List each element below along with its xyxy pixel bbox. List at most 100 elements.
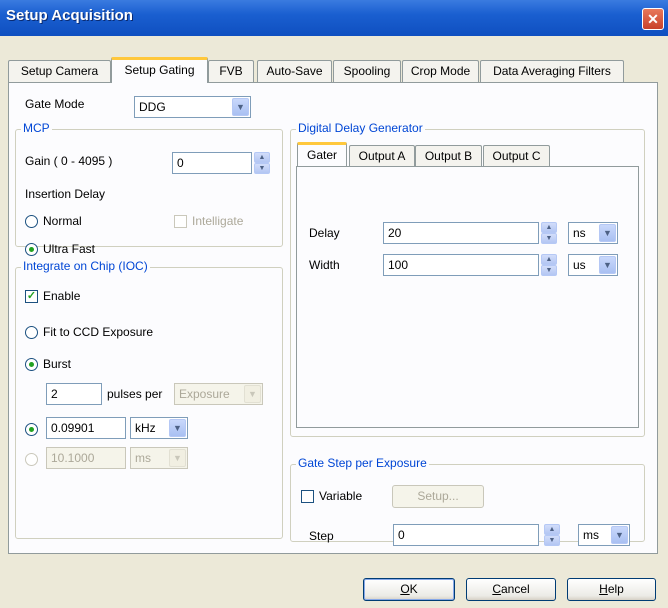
help-label: elp xyxy=(607,582,624,596)
fit-to-ccd-radio[interactable] xyxy=(25,326,38,339)
close-button[interactable]: ✕ xyxy=(642,8,664,30)
ultra-fast-radio[interactable] xyxy=(25,243,38,256)
insertion-delay-label: Insertion Delay xyxy=(25,187,106,201)
ok-button[interactable]: OK xyxy=(363,578,455,601)
normal-label: Normal xyxy=(43,214,82,228)
delay-value: 20 xyxy=(388,226,402,240)
chevron-down-icon: ▼ xyxy=(232,98,249,116)
delay-input[interactable]: 20 xyxy=(383,222,539,244)
tab-setup-camera[interactable]: Setup Camera xyxy=(8,60,111,82)
frequency-unit-select[interactable]: kHz ▼ xyxy=(130,417,188,439)
frequency-input[interactable]: 0.09901 xyxy=(46,417,126,439)
spin-up-icon[interactable]: ▲ xyxy=(254,152,270,163)
ultra-fast-label: Ultra Fast xyxy=(43,242,96,256)
chevron-down-icon: ▼ xyxy=(599,256,616,274)
gate-mode-label: Gate Mode xyxy=(25,97,85,111)
delay-unit-value: ns xyxy=(573,226,586,240)
spin-down-icon[interactable]: ▼ xyxy=(541,265,557,276)
fit-to-ccd-label: Fit to CCD Exposure xyxy=(43,325,154,339)
step-spinner[interactable]: ▲ ▼ xyxy=(544,524,560,546)
step-unit-select[interactable]: ms ▼ xyxy=(578,524,630,546)
frequency-value: 0.09901 xyxy=(51,421,95,435)
step-value: 0 xyxy=(398,528,405,542)
help-accelerator: H xyxy=(599,582,608,596)
gate-step-group-title: Gate Step per Exposure xyxy=(296,456,429,470)
tab-output-b[interactable]: Output B xyxy=(415,145,482,167)
width-input[interactable]: 100 xyxy=(383,254,539,276)
gain-spinner[interactable]: ▲ ▼ xyxy=(254,152,270,174)
exposure-select[interactable]: Exposure ▼ xyxy=(174,383,263,405)
help-button[interactable]: Help xyxy=(567,578,656,601)
spin-down-icon[interactable]: ▼ xyxy=(541,233,557,244)
exposure-value: Exposure xyxy=(179,387,230,401)
spin-up-icon[interactable]: ▲ xyxy=(544,524,560,535)
gate-mode-select[interactable]: DDG ▼ xyxy=(134,96,251,118)
gain-label: Gain ( 0 - 4095 ) xyxy=(25,154,113,168)
frequency-radio[interactable] xyxy=(25,423,38,436)
spin-down-icon[interactable]: ▼ xyxy=(544,535,560,546)
tab-fvb[interactable]: FVB xyxy=(208,60,254,82)
width-unit-value: us xyxy=(573,258,586,272)
delay-spinner[interactable]: ▲ ▼ xyxy=(541,222,557,244)
gain-input[interactable]: 0 xyxy=(172,152,252,174)
width-label: Width xyxy=(309,258,340,272)
setup-button[interactable]: Setup... xyxy=(392,485,484,508)
pulses-per-label: pulses per xyxy=(107,387,163,401)
normal-radio[interactable] xyxy=(25,215,38,228)
chevron-down-icon: ▼ xyxy=(244,385,261,403)
mcp-group-title: MCP xyxy=(21,121,52,135)
period-input[interactable]: 10.1000 xyxy=(46,447,126,469)
chevron-down-icon: ▼ xyxy=(611,526,628,544)
cancel-label: ancel xyxy=(500,582,530,596)
tab-crop-mode[interactable]: Crop Mode xyxy=(402,60,479,82)
cancel-accelerator: C xyxy=(492,582,501,596)
step-label: Step xyxy=(309,529,334,543)
period-unit-select[interactable]: ms ▼ xyxy=(130,447,188,469)
period-value: 10.1000 xyxy=(51,451,95,465)
delay-unit-select[interactable]: ns ▼ xyxy=(568,222,618,244)
intelligate-checkbox[interactable] xyxy=(174,215,187,228)
tab-gater[interactable]: Gater xyxy=(297,142,347,166)
variable-label: Variable xyxy=(319,489,363,503)
spin-up-icon[interactable]: ▲ xyxy=(541,254,557,265)
pulses-value: 2 xyxy=(51,387,58,401)
step-unit-value: ms xyxy=(583,528,599,542)
tab-output-a[interactable]: Output A xyxy=(349,145,415,167)
width-spinner[interactable]: ▲ ▼ xyxy=(541,254,557,276)
pulses-input[interactable]: 2 xyxy=(46,383,102,405)
tab-setup-gating[interactable]: Setup Gating xyxy=(111,57,208,83)
dialog-body: Setup Camera Setup Gating FVB Auto-Save … xyxy=(0,36,668,608)
tab-data-averaging-filters[interactable]: Data Averaging Filters xyxy=(480,60,624,82)
width-value: 100 xyxy=(388,258,409,272)
title-bar: Setup Acquisition ✕ xyxy=(0,0,668,36)
variable-checkbox[interactable] xyxy=(301,490,314,503)
gain-value: 0 xyxy=(177,156,184,170)
enable-label: Enable xyxy=(43,289,81,303)
spin-down-icon[interactable]: ▼ xyxy=(254,163,270,174)
burst-label: Burst xyxy=(43,357,72,371)
ddg-group-title: Digital Delay Generator xyxy=(296,121,425,135)
burst-radio[interactable] xyxy=(25,358,38,371)
window-title: Setup Acquisition xyxy=(6,7,133,24)
cancel-button[interactable]: Cancel xyxy=(466,578,556,601)
tab-spooling[interactable]: Spooling xyxy=(333,60,401,82)
spin-up-icon[interactable]: ▲ xyxy=(541,222,557,233)
chevron-down-icon: ▼ xyxy=(169,449,186,467)
intelligate-label: Intelligate xyxy=(192,214,244,228)
tab-auto-save[interactable]: Auto-Save xyxy=(257,60,332,82)
ioc-group-title: Integrate on Chip (IOC) xyxy=(21,259,150,273)
width-unit-select[interactable]: us ▼ xyxy=(568,254,618,276)
ddg-tab-panel xyxy=(296,166,639,428)
enable-checkbox[interactable]: ✓ xyxy=(25,290,38,303)
gate-mode-value: DDG xyxy=(139,100,166,114)
step-input[interactable]: 0 xyxy=(393,524,539,546)
chevron-down-icon: ▼ xyxy=(599,224,616,242)
period-unit-value: ms xyxy=(135,451,151,465)
tab-output-c[interactable]: Output C xyxy=(483,145,550,167)
chevron-down-icon: ▼ xyxy=(169,419,186,437)
delay-label: Delay xyxy=(309,226,340,240)
ok-accelerator: O xyxy=(400,582,410,596)
ok-label: K xyxy=(409,582,418,596)
period-radio[interactable] xyxy=(25,453,38,466)
frequency-unit-value: kHz xyxy=(135,421,156,435)
